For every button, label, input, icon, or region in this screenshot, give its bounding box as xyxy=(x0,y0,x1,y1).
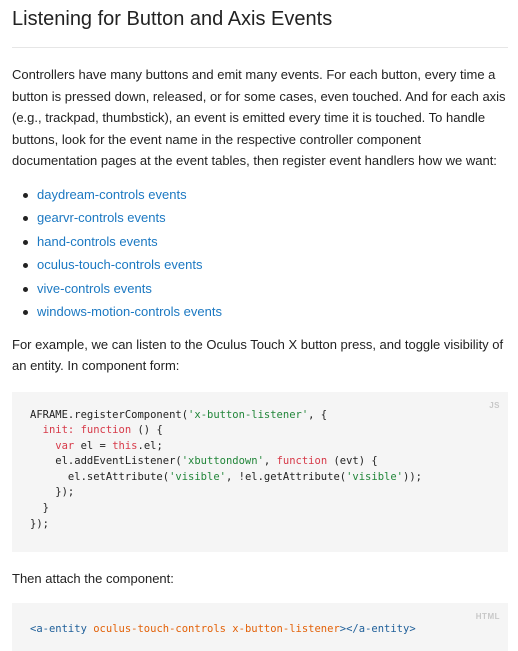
example-paragraph: For example, we can listen to the Oculus… xyxy=(12,336,504,374)
list-item: oculus-touch-controls events xyxy=(12,254,508,278)
code-line-5: el.setAttribute('visible', !el.getAttrib… xyxy=(30,470,422,483)
heading-divider xyxy=(12,47,508,48)
code-line-8: }); xyxy=(30,517,49,530)
link-windows-motion-controls-events[interactable]: windows-motion-controls events xyxy=(37,304,222,319)
code-line-1: AFRAME.registerComponent('x-button-liste… xyxy=(30,408,328,421)
js-code-block[interactable]: JS AFRAME.registerComponent('x-button-lis… xyxy=(12,391,508,552)
html-code-block[interactable]: HTML <a-entity oculus-touch-controls x-bu… xyxy=(12,603,508,651)
bullet-icon xyxy=(23,216,28,221)
code-line-3: var el = this.el; xyxy=(30,439,163,452)
list-item: daydream-controls events xyxy=(12,184,508,208)
list-item: gearvr-controls events xyxy=(12,207,508,231)
bullet-icon xyxy=(23,310,28,315)
bullet-icon xyxy=(23,192,28,198)
bullet-icon xyxy=(23,239,28,245)
code-language-label: JS xyxy=(489,400,500,410)
link-hand-controls-events[interactable]: hand-controls events xyxy=(37,234,158,249)
code-language-label: HTML xyxy=(475,612,500,621)
docs-content: Listening for Button and Axis Events Con… xyxy=(12,0,508,651)
list-item: vive-controls events xyxy=(12,278,508,302)
code-line-7: } xyxy=(30,502,49,515)
code-line-html: <a-entity oculus-touch-controls x-button… xyxy=(30,623,416,635)
code-line-6: }); xyxy=(30,486,75,499)
intro-paragraph: Controllers have many buttons and emit m… xyxy=(12,67,506,168)
code-line-4: el.addEventListener('xbuttondown', funct… xyxy=(30,455,378,468)
list-item: hand-controls events xyxy=(12,231,508,255)
controller-links-list: daydream-controls events gearvr-controls… xyxy=(12,184,508,325)
code-line-2: init: function () { xyxy=(30,424,163,437)
link-vive-controls-events[interactable]: vive-controls events xyxy=(37,281,152,296)
link-daydream-controls-events[interactable]: daydream-controls events xyxy=(37,187,187,202)
attach-paragraph: Then attach the component: xyxy=(12,570,174,586)
bullet-icon xyxy=(23,263,28,268)
link-oculus-touch-controls-events[interactable]: oculus-touch-controls events xyxy=(37,257,202,272)
section-heading: Listening for Button and Axis Events xyxy=(12,8,333,30)
list-item: windows-motion-controls events xyxy=(12,301,508,325)
link-gearvr-controls-events[interactable]: gearvr-controls events xyxy=(37,210,166,225)
bullet-icon xyxy=(23,286,28,292)
